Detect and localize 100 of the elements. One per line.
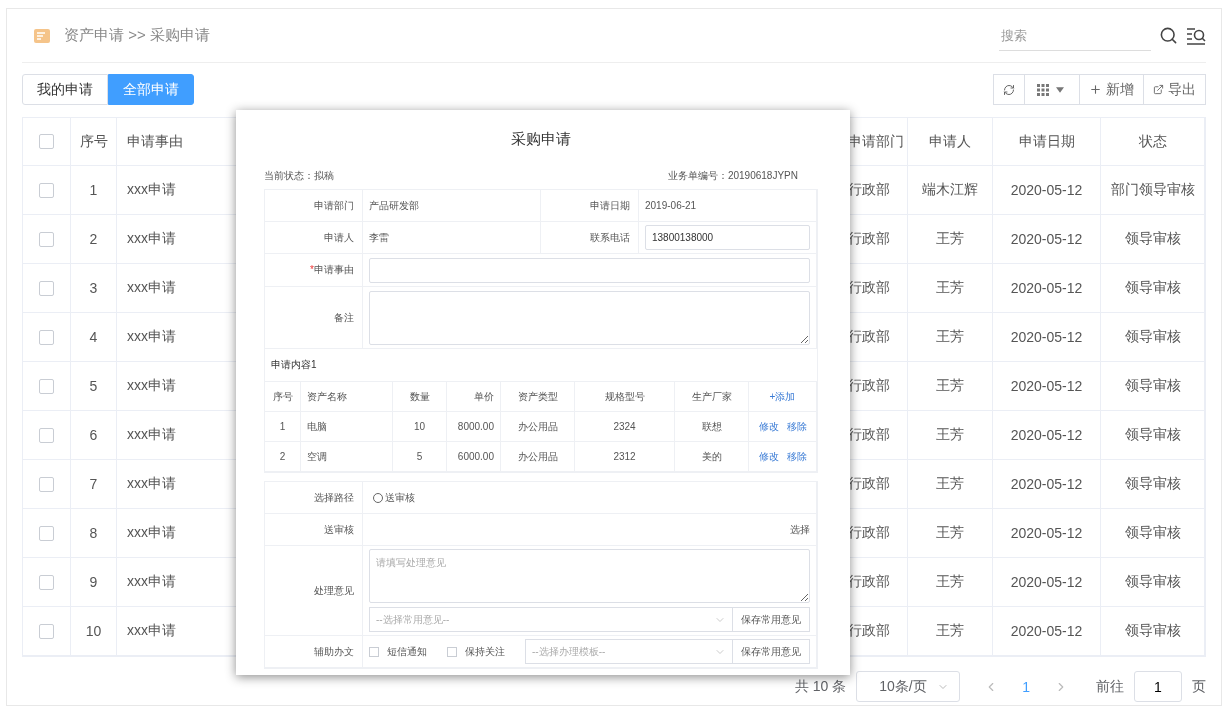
table-cell: 4 [71,313,117,362]
table-cell: 王芳 [908,362,993,411]
field-value: 2019-06-21 [645,200,697,211]
action-link[interactable]: 移除 [786,419,807,434]
table-cell: 领导审核 [1101,607,1205,656]
checkbox[interactable] [39,329,54,345]
column-header: 状态 [1101,118,1205,166]
save-opinion-button[interactable]: 保存常用意见 [732,639,810,664]
checkbox[interactable] [39,623,54,639]
table-cell: 2020-05-12 [993,460,1101,509]
table-cell: 2020-05-12 [993,264,1101,313]
table-cell: 8 [71,509,117,558]
table-cell: 10 [413,421,426,432]
table-cell: 领导审核 [1101,558,1205,607]
view-tab[interactable]: 我的申请 [22,74,108,105]
table-cell: 端木江辉 [908,166,993,215]
document-icon [34,28,50,43]
action-link[interactable]: 修改 [758,419,779,434]
option-checkbox[interactable]: 保持关注 [447,644,505,659]
reason-field[interactable] [369,257,810,283]
table-cell: 3 [71,264,117,313]
table-cell: 2020-05-12 [993,607,1101,656]
table-cell: 9 [71,558,117,607]
search-icon[interactable] [1159,26,1178,45]
checkbox[interactable] [39,427,54,443]
table-cell: 领导审核 [1101,362,1205,411]
table-cell: 2 [71,215,117,264]
field-label: 辅助办文 [314,644,354,659]
remark-field[interactable] [369,290,810,345]
column-header: 序号 [71,118,117,166]
table-cell: 6 [71,411,117,460]
table-cell: 10 [71,607,117,656]
table-cell: 5 [416,451,423,462]
checkbox[interactable] [39,280,54,296]
checkbox[interactable] [39,476,54,492]
table-cell: 领导审核 [1101,509,1205,558]
table-cell: 2 [279,451,286,462]
select-link[interactable]: 选择 [790,522,810,537]
table-cell: 联想 [701,419,722,434]
route-radio[interactable]: 送审核 [373,490,415,505]
opinion-field[interactable]: 请填写处理意见 [369,549,810,603]
table-cell: 1 [279,421,286,432]
table-cell: 领导审核 [1101,215,1205,264]
refresh-icon [1003,83,1015,96]
checkbox[interactable] [39,378,54,394]
field-label: 处理意见 [314,583,354,598]
checkbox[interactable] [39,134,54,149]
table-cell: 王芳 [908,264,993,313]
field-label: 选择路径 [314,490,354,505]
table-cell: 2020-05-12 [993,313,1101,362]
field-value: 李雷 [369,230,389,245]
checkbox[interactable] [39,525,54,541]
table-cell: 王芳 [908,460,993,509]
table-cell: 王芳 [908,607,993,656]
table-cell: 2020-05-12 [993,558,1101,607]
column-header: 生产厂家 [691,389,732,404]
search-list-icon[interactable] [1186,26,1206,45]
table-cell: 2324 [613,421,636,432]
table-cell: 2020-05-12 [993,362,1101,411]
table-cell: 王芳 [908,509,993,558]
table-cell: 办公用品 [517,419,558,434]
table-cell: 2020-05-12 [993,509,1101,558]
document-number: 业务单编号：20190618JYPN [667,168,798,183]
table-cell: 2020-05-12 [993,215,1101,264]
phone-field[interactable]: 13800138000 [645,225,810,250]
columns-button[interactable] [1024,74,1080,105]
refresh-button[interactable] [993,74,1025,105]
add-link[interactable]: +添加 [769,389,796,404]
export-icon [1153,84,1164,95]
field-label: 联系电话 [590,230,630,245]
add-button[interactable]: 新增 [1079,74,1144,105]
checkbox[interactable] [39,231,54,247]
field-label: 申请人 [324,230,354,245]
plus-icon [1089,83,1102,96]
caret-icon [1053,85,1067,94]
goto-page-field[interactable]: 1 [1134,671,1182,702]
table-cell: 王芳 [908,313,993,362]
option-checkbox[interactable]: 短信通知 [369,644,427,659]
field-label: 备注 [334,310,354,325]
table-cell: 1 [71,166,117,215]
current-status: 当前状态：拟稿 [264,168,334,183]
total-count: 共 10 条 [794,677,847,696]
table-cell: 领导审核 [1101,411,1205,460]
save-opinion-button[interactable]: 保存常用意见 [732,607,810,632]
page-size-select[interactable]: 10条/页 [856,671,961,702]
table-cell: 王芳 [908,411,993,460]
field-label: 申请日期 [590,198,630,213]
export-button[interactable]: 导出 [1143,74,1206,105]
page-suffix: 页 [1192,677,1206,696]
column-header: 单价 [474,389,494,404]
checkbox[interactable] [39,182,54,198]
table-cell: 电脑 [307,419,327,434]
checkbox[interactable] [39,574,54,590]
table-cell: 8000.00 [457,421,494,432]
grid-icon [1037,83,1049,96]
table-cell: 7 [71,460,117,509]
table-cell: 王芳 [908,215,993,264]
field-label: 送审核 [324,522,354,537]
table-cell: 部门领导审核 [1101,166,1205,215]
column-header: 资产名称 [307,389,347,404]
